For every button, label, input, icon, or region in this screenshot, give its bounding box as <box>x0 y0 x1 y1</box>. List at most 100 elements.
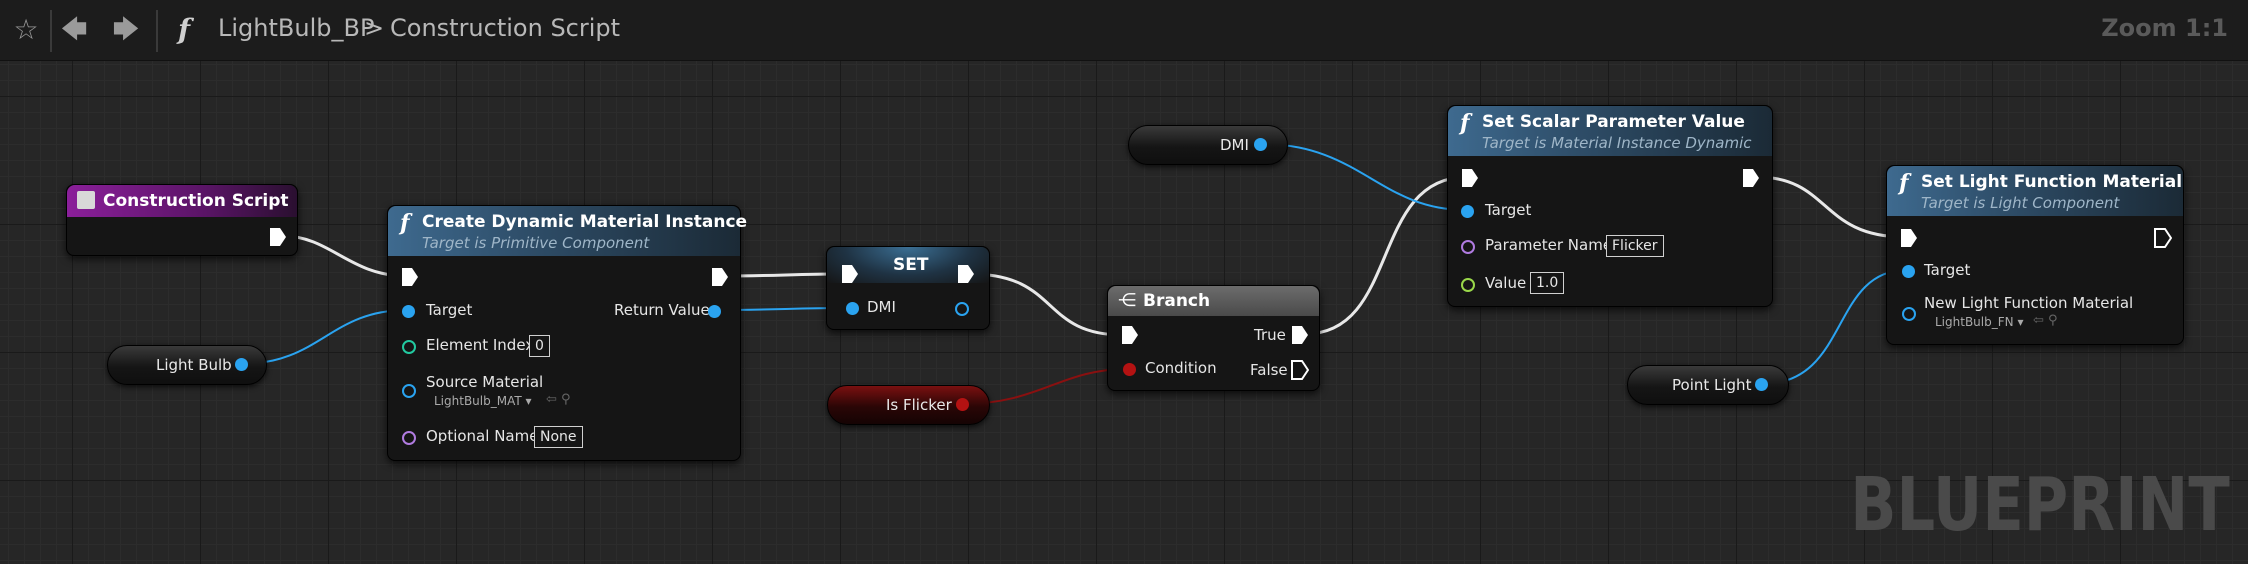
exec-in-pin[interactable] <box>1900 228 1918 248</box>
variable-output-pin[interactable] <box>956 398 969 411</box>
true-label: True <box>1254 326 1286 344</box>
dmi-variable-node[interactable]: DMI <box>1128 125 1288 165</box>
source-material-dropdown[interactable]: LightBulb_MAT ▾ <box>434 394 532 408</box>
exec-in-pin[interactable] <box>401 267 419 287</box>
new-light-function-material-value: LightBulb_FN <box>1935 315 2014 329</box>
variable-label: DMI <box>1220 136 1249 154</box>
optional-name-pin[interactable] <box>402 431 416 445</box>
node-title: Set Light Function Material <box>1921 172 2183 192</box>
target-pin[interactable] <box>402 305 415 318</box>
node-title: Branch <box>1143 291 1211 311</box>
light-bulb-variable-node[interactable]: Light Bulb <box>107 345 267 385</box>
dmi-input-pin[interactable] <box>846 302 859 315</box>
variable-label: Light Bulb <box>156 356 232 374</box>
use-asset-icon[interactable]: ⇦ ⚲ <box>2033 313 2058 328</box>
node-title: SET <box>893 255 929 275</box>
exec-out-pin[interactable] <box>269 227 287 247</box>
node-header <box>1108 286 1319 316</box>
zoom-level: Zoom 1:1 <box>2101 14 2228 42</box>
set-light-function-material-node[interactable]: f Set Light Function Material Target is … <box>1886 165 2184 345</box>
condition-label: Condition <box>1145 359 1217 377</box>
exec-false-pin[interactable] <box>1291 360 1309 380</box>
toolbar-divider <box>50 10 52 52</box>
exec-wire-create-to-set <box>725 272 841 278</box>
value-input[interactable]: 1.0 <box>1530 272 1565 294</box>
star-icon[interactable]: ☆ <box>6 10 46 50</box>
parameter-name-label: Parameter Name <box>1485 236 1613 254</box>
node-header: f Set Light Function Material Target is … <box>1887 166 2183 216</box>
variable-label: Point Light <box>1672 376 1752 394</box>
optional-name-input[interactable]: None <box>534 426 583 448</box>
new-light-function-material-pin[interactable] <box>1902 307 1916 321</box>
return-value-pin[interactable] <box>708 305 721 318</box>
element-index-input[interactable]: 0 <box>529 335 550 357</box>
target-pin[interactable] <box>1902 265 1915 278</box>
branch-node[interactable]: ⋲ Branch True Condition False <box>1107 285 1320 391</box>
exec-out-pin[interactable] <box>2154 228 2172 248</box>
element-index-label: Element Index <box>426 336 535 354</box>
function-icon: f <box>1460 110 1470 136</box>
target-pin[interactable] <box>1461 205 1474 218</box>
event-icon <box>77 191 95 209</box>
dmi-label: DMI <box>867 298 896 316</box>
node-subtitle: Target is Primitive Component <box>422 234 650 252</box>
exec-out-pin[interactable] <box>711 267 729 287</box>
exec-out-pin[interactable] <box>957 264 975 284</box>
graph-toolbar: ☆ 🡄 🡆 f LightBulb_BP > Construction Scri… <box>0 0 2248 61</box>
branch-icon: ⋲ <box>1118 290 1136 311</box>
back-arrow-icon[interactable]: 🡄 <box>54 10 94 50</box>
forward-arrow-icon[interactable]: 🡆 <box>106 10 146 50</box>
point-light-variable-node[interactable]: Point Light <box>1627 365 1789 405</box>
construction-script-node[interactable]: Construction Script <box>66 184 298 256</box>
function-icon: f <box>177 13 191 46</box>
new-light-function-material-dropdown[interactable]: LightBulb_FN ▾ <box>1935 315 2023 329</box>
variable-output-pin[interactable] <box>1755 378 1768 391</box>
variable-output-pin[interactable] <box>235 358 248 371</box>
node-title: Set Scalar Parameter Value <box>1482 112 1745 132</box>
node-title: Create Dynamic Material Instance <box>422 212 748 232</box>
node-header: f Set Scalar Parameter Value Target is M… <box>1448 106 1772 156</box>
is-flicker-variable-node[interactable]: Is Flicker <box>827 385 990 425</box>
data-wire-lightbulb-target <box>240 309 408 365</box>
create-dmi-node[interactable]: f Create Dynamic Material Instance Targe… <box>387 205 747 461</box>
target-label: Target <box>1485 201 1532 219</box>
blueprint-graph-canvas[interactable]: ☆ 🡄 🡆 f LightBulb_BP > Construction Scri… <box>0 0 2248 564</box>
node-subtitle: Target is Material Instance Dynamic <box>1482 134 1752 152</box>
exec-in-pin[interactable] <box>1121 325 1139 345</box>
exec-in-pin[interactable] <box>1461 168 1479 188</box>
function-icon: f <box>1899 170 1909 196</box>
exec-true-pin[interactable] <box>1291 325 1309 345</box>
target-label: Target <box>426 301 473 319</box>
exec-out-pin[interactable] <box>1742 168 1760 188</box>
parameter-name-input[interactable]: Flicker <box>1606 235 1664 257</box>
exec-in-pin[interactable] <box>841 264 859 284</box>
source-material-pin[interactable] <box>402 384 416 398</box>
variable-label: Is Flicker <box>886 396 952 414</box>
use-asset-icon[interactable]: ⇦ ⚲ <box>546 392 571 407</box>
return-value-label: Return Value <box>614 301 710 319</box>
element-index-pin[interactable] <box>402 340 416 354</box>
set-scalar-parameter-node[interactable]: f Set Scalar Parameter Value Target is M… <box>1447 105 1773 307</box>
exec-wire-scalar-to-lightfn <box>1756 175 1906 239</box>
false-label: False <box>1250 361 1288 379</box>
source-material-label: Source Material <box>426 373 544 391</box>
blueprint-watermark: BLUEPRINT <box>1850 462 2230 548</box>
data-wire-dmi-target <box>1261 143 1467 211</box>
source-material-value: LightBulb_MAT <box>434 394 522 408</box>
set-node[interactable]: SET DMI <box>826 246 990 330</box>
node-header: f Create Dynamic Material Instance Targe… <box>388 206 747 256</box>
breadcrumb-blueprint[interactable]: LightBulb_BP <box>218 14 374 42</box>
breadcrumb-graph[interactable]: Construction Script <box>390 14 620 42</box>
node-subtitle: Target is Light Component <box>1921 194 2120 212</box>
breadcrumb-separator: > <box>364 14 385 42</box>
value-pin[interactable] <box>1461 278 1475 292</box>
value-label: Value <box>1485 274 1527 292</box>
toolbar-divider <box>156 10 158 52</box>
variable-output-pin[interactable] <box>1254 138 1267 151</box>
dmi-output-pin[interactable] <box>955 302 969 316</box>
optional-name-label: Optional Name <box>426 427 539 445</box>
parameter-name-pin[interactable] <box>1461 240 1475 254</box>
condition-pin[interactable] <box>1123 363 1136 376</box>
node-title: Construction Script <box>103 191 289 211</box>
exec-wire-set-to-branch <box>969 272 1124 337</box>
